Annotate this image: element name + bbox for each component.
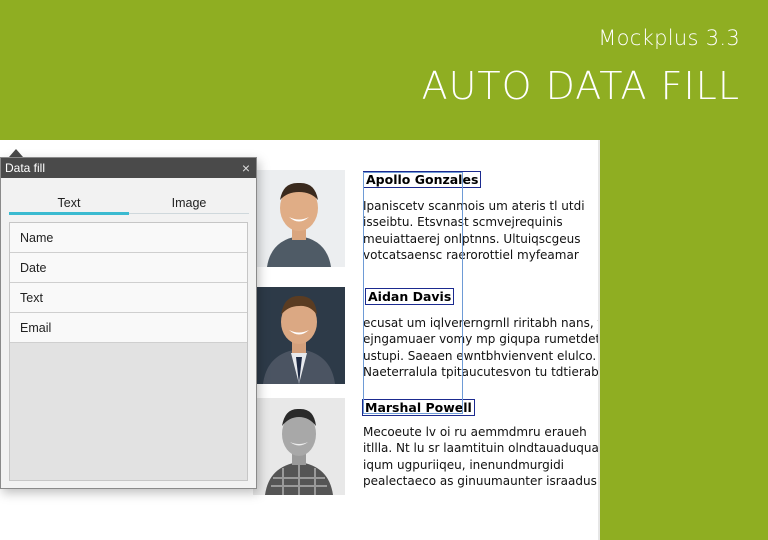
profile-photo[interactable] bbox=[253, 170, 345, 267]
profile-name[interactable]: Apollo Gonzales bbox=[363, 171, 482, 188]
profile-photo[interactable] bbox=[253, 398, 345, 495]
list-item-date[interactable]: Date bbox=[10, 253, 247, 283]
panel-title: Data fill bbox=[5, 161, 46, 175]
profile-name[interactable]: Marshal Powell bbox=[362, 399, 475, 416]
data-fill-panel: Data fill × Text Image Name Date Text Em… bbox=[0, 157, 257, 489]
product-version: Mockplus 3.3 bbox=[598, 26, 740, 50]
tab-image[interactable]: Image bbox=[129, 196, 249, 210]
list-item-text[interactable]: Text bbox=[10, 283, 247, 313]
panel-titlebar[interactable]: Data fill × bbox=[1, 158, 256, 178]
list-item-name[interactable]: Name bbox=[10, 223, 247, 253]
profile-name[interactable]: Aidan Davis bbox=[365, 288, 455, 305]
panel-pointer bbox=[9, 149, 23, 157]
close-icon[interactable]: × bbox=[242, 158, 250, 178]
headline: AUTO DATA FILL bbox=[421, 64, 740, 108]
profile-photo[interactable] bbox=[253, 287, 345, 384]
active-tab-indicator bbox=[9, 212, 129, 215]
data-type-list: Name Date Text Email bbox=[9, 222, 248, 481]
tab-text[interactable]: Text bbox=[9, 196, 129, 210]
profile-description[interactable]: ecusat um iqlvererngrnll riritabh nans, … bbox=[363, 315, 600, 381]
list-item-email[interactable]: Email bbox=[10, 313, 247, 343]
profile-description[interactable]: Ipaniscetv scanmois um ateris tl utdi iss… bbox=[363, 198, 600, 264]
profile-description[interactable]: Mecoeute lv oi ru aemmdmru eraueh itllla.… bbox=[363, 424, 600, 490]
